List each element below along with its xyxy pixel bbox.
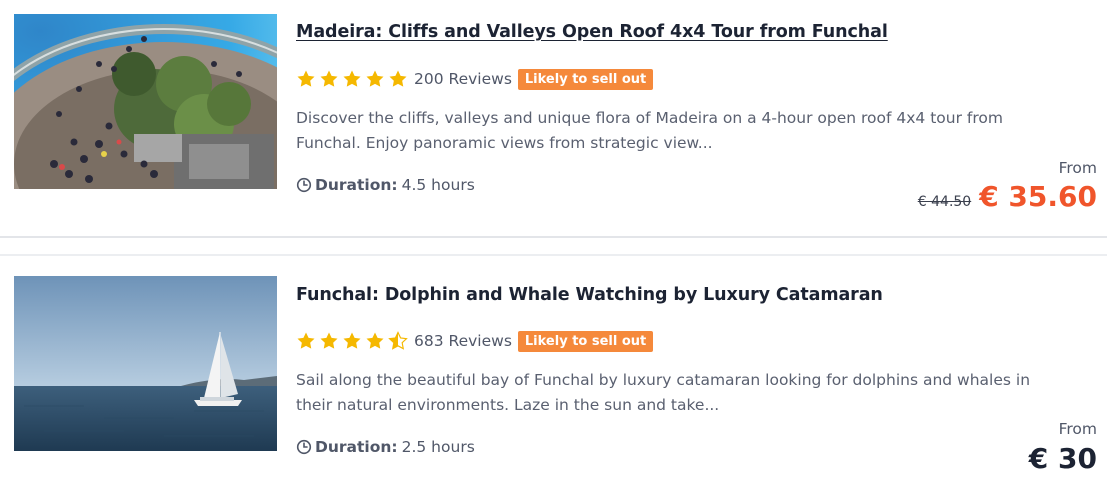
tour-image[interactable]: [14, 14, 277, 189]
star-rating: [296, 69, 408, 89]
tour-description: Discover the cliffs, valleys and unique …: [296, 106, 1056, 156]
description-line: Discover the cliffs, valleys and unique …: [296, 109, 1003, 127]
star-icon: [366, 332, 384, 349]
star-rating: [296, 331, 408, 351]
price: € 30: [1028, 442, 1097, 475]
review-count[interactable]: 200 Reviews: [414, 70, 512, 88]
card-divider: [0, 236, 1107, 256]
description-line: their natural environments. Laze in the …: [296, 396, 720, 414]
star-icon: [389, 70, 407, 87]
sale-price: € 35.60: [979, 180, 1097, 213]
half-star-icon: [388, 331, 408, 350]
description-line: Funchal. Enjoy panoramic views from stra…: [296, 134, 713, 152]
star-icon: [366, 70, 384, 87]
sell-out-badge: Likely to sell out: [517, 68, 654, 90]
duration-label: Duration:: [315, 438, 398, 456]
duration-value: 2.5 hours: [401, 438, 475, 456]
price-row: € 44.50 € 35.60: [918, 180, 1097, 213]
skywalk-photo: [14, 14, 277, 189]
clock-icon: [296, 177, 312, 193]
star-icon: [297, 332, 315, 349]
sell-out-badge: Likely to sell out: [517, 330, 654, 352]
from-label: From: [1058, 420, 1097, 438]
star-icon: [320, 332, 338, 349]
star-icon: [320, 70, 338, 87]
clock-icon: [296, 439, 312, 455]
duration-label: Duration:: [315, 176, 398, 194]
tour-description: Sail along the beautiful bay of Funchal …: [296, 368, 1056, 418]
tour-duration: Duration: 2.5 hours: [296, 438, 475, 456]
star-icon: [297, 70, 315, 87]
price-row: € 30: [1029, 442, 1097, 475]
star-icon: [343, 70, 361, 87]
rating-row: 683 Reviews Likely to sell out: [296, 328, 654, 354]
original-price: € 44.50: [917, 194, 972, 210]
review-count[interactable]: 683 Reviews: [414, 332, 512, 350]
tour-image[interactable]: [14, 276, 277, 451]
catamaran-photo: [14, 276, 277, 451]
from-label: From: [1058, 159, 1097, 177]
tour-duration: Duration: 4.5 hours: [296, 176, 475, 194]
rating-row: 200 Reviews Likely to sell out: [296, 66, 654, 92]
tour-title[interactable]: Madeira: Cliffs and Valleys Open Roof 4x…: [296, 22, 888, 42]
star-icon: [343, 332, 361, 349]
tour-card[interactable]: Madeira: Cliffs and Valleys Open Roof 4x…: [0, 0, 1107, 236]
tour-card[interactable]: Funchal: Dolphin and Whale Watching by L…: [0, 256, 1107, 488]
description-line: Sail along the beautiful bay of Funchal …: [296, 371, 1031, 389]
duration-value: 4.5 hours: [401, 176, 475, 194]
tour-title[interactable]: Funchal: Dolphin and Whale Watching by L…: [296, 285, 883, 305]
